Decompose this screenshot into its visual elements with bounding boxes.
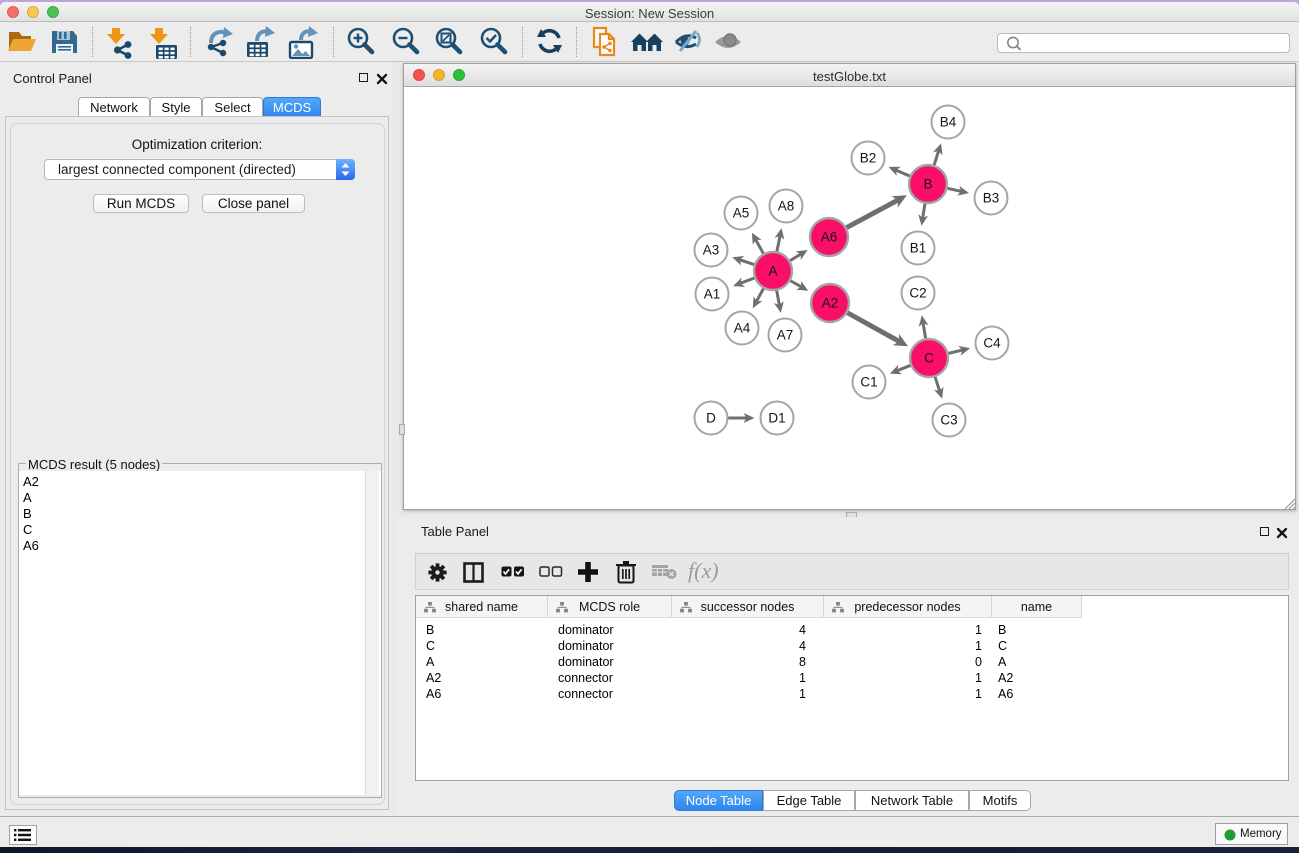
svg-text:A6: A6 bbox=[821, 230, 838, 245]
svg-text:A7: A7 bbox=[777, 328, 794, 343]
svg-text:C2: C2 bbox=[909, 286, 926, 301]
svg-text:B4: B4 bbox=[940, 115, 957, 130]
svg-text:A3: A3 bbox=[703, 243, 720, 258]
svg-text:A4: A4 bbox=[734, 321, 751, 336]
svg-text:D1: D1 bbox=[768, 411, 785, 426]
svg-text:C: C bbox=[924, 351, 934, 366]
svg-text:B2: B2 bbox=[860, 151, 877, 166]
svg-text:A5: A5 bbox=[733, 206, 750, 221]
svg-text:B1: B1 bbox=[910, 241, 927, 256]
svg-text:B: B bbox=[923, 177, 932, 192]
svg-text:C3: C3 bbox=[940, 413, 957, 428]
svg-text:D: D bbox=[706, 411, 716, 426]
svg-text:C4: C4 bbox=[983, 336, 1001, 351]
svg-text:C1: C1 bbox=[860, 375, 877, 390]
svg-text:A1: A1 bbox=[704, 287, 721, 302]
svg-text:A8: A8 bbox=[778, 199, 795, 214]
svg-text:A2: A2 bbox=[822, 296, 839, 311]
svg-text:A: A bbox=[768, 264, 777, 279]
svg-text:B3: B3 bbox=[983, 191, 1000, 206]
